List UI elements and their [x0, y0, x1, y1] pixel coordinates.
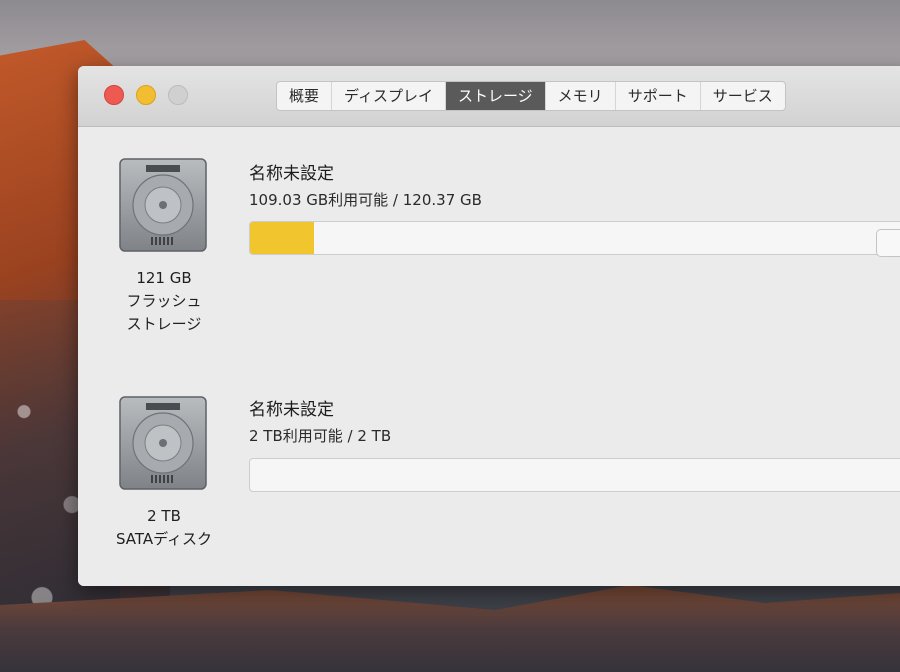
manage-button[interactable]: [876, 229, 900, 257]
tab-storage[interactable]: ストレージ: [445, 82, 546, 110]
window-titlebar: 概要 ディスプレイ ストレージ メモリ サポート サービス: [78, 66, 900, 127]
disk-capacity-label: 121 GB: [136, 269, 192, 287]
volume-name: 名称未設定: [249, 164, 334, 184]
tab-bar: 概要 ディスプレイ ストレージ メモリ サポート サービス: [276, 81, 786, 111]
disk-caption: 2 TB SATAディスク: [89, 505, 239, 551]
disk-type-label: SATAディスク: [115, 530, 213, 548]
hard-drive-icon: [119, 396, 207, 490]
wallpaper-ridge: [0, 585, 900, 672]
disk-type-label: フラッシュ: [126, 292, 202, 310]
tab-overview[interactable]: 概要: [277, 82, 333, 110]
tab-memory[interactable]: メモリ: [546, 82, 616, 110]
disk-capacity-label: 2 TB: [147, 507, 181, 525]
storage-usage-bar: [249, 221, 900, 255]
volume-name: 名称未設定: [249, 400, 334, 420]
storage-pane: 121 GB フラッシュ ストレージ 名称未設定 109.03 GB利用可能 /…: [78, 127, 900, 586]
zoom-button[interactable]: [168, 85, 188, 105]
minimize-button[interactable]: [136, 85, 156, 105]
about-this-mac-window: 概要 ディスプレイ ストレージ メモリ サポート サービス 121 GB フラッ…: [78, 66, 900, 586]
disk-type-label: ストレージ: [126, 315, 202, 333]
storage-used-fill: [250, 222, 314, 254]
storage-usage-bar: [249, 458, 900, 492]
close-button[interactable]: [104, 85, 124, 105]
hard-drive-icon: [119, 158, 207, 252]
tab-support[interactable]: サポート: [616, 82, 701, 110]
tab-service[interactable]: サービス: [701, 82, 785, 110]
volume-usage-text: 109.03 GB利用可能 / 120.37 GB: [249, 191, 482, 209]
tab-displays[interactable]: ディスプレイ: [332, 82, 446, 110]
volume-usage-text: 2 TB利用可能 / 2 TB: [249, 427, 392, 445]
disk-caption: 121 GB フラッシュ ストレージ: [89, 267, 239, 336]
